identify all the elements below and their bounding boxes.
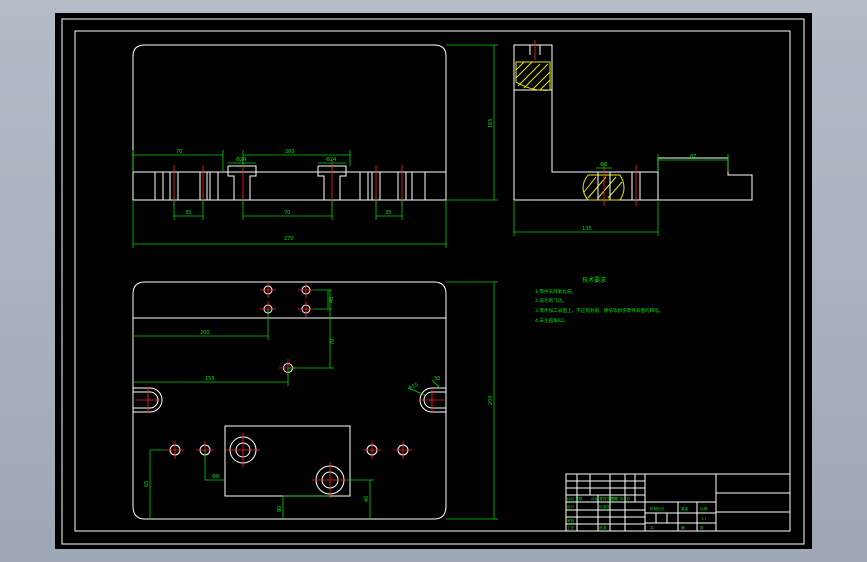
tb-approve: 批准	[599, 525, 607, 530]
tb-stage-mark: 阶段标记	[650, 506, 665, 511]
label-front-hole-left: Φ24	[236, 157, 246, 163]
tb-sheets-total: 共	[650, 525, 654, 530]
label-front-span: 200	[285, 149, 295, 155]
tb-weight: 重量	[681, 506, 689, 511]
label-top-hole-small: Φ8	[212, 474, 219, 480]
tech-req-line-1: 1.零件去除氧化皮。	[535, 288, 576, 295]
label-side-base: 135	[582, 226, 592, 232]
label-front-overall: 270	[284, 236, 294, 242]
label-side-slot: Φ8	[600, 162, 607, 168]
tb-scale-value: 1:1	[701, 517, 707, 521]
tech-req-title: 技术要求	[582, 276, 606, 284]
label-front-height: 165	[488, 118, 494, 128]
tech-req-line-3: 3.零件加工表面上，不应有划痕、擦伤等损伤零件表面的缺陷。	[535, 307, 663, 314]
drawing-background	[55, 13, 812, 549]
tb-design: 设计	[567, 504, 575, 509]
label-top-bottom-left: 65	[144, 481, 150, 487]
label-top-slot-width: 30	[434, 376, 440, 382]
label-top-spacing: 40	[329, 297, 335, 303]
label-front-bottom-left: 35	[185, 210, 191, 216]
label-top-bottom-mid: 80	[277, 506, 283, 512]
label-front-step: 70	[176, 149, 182, 155]
engineering-drawing: 70 200 Φ24 Φ24 35 70 35 270 165 87 135 Φ…	[55, 13, 812, 549]
label-front-bottom-mid: 70	[284, 210, 290, 216]
label-top-bottom-right: 40	[364, 496, 370, 502]
tb-process: 工艺	[567, 525, 575, 530]
tech-req-line-4: 4.未注圆角R2。	[535, 317, 568, 324]
tb-standardize: 标准化	[599, 504, 610, 509]
tech-req-line-2: 2.去毛刺飞边。	[535, 297, 567, 304]
tb-review: 审核	[567, 518, 575, 523]
tb-scale: 比例	[700, 506, 708, 511]
tb-sheet-label: 张	[700, 525, 704, 530]
label-top-x1: 200	[200, 330, 210, 336]
label-front-hole-right: Φ24	[326, 157, 336, 163]
tb-sheet-no: 第	[681, 525, 685, 530]
label-top-x2: 155	[205, 376, 215, 382]
cad-viewport[interactable]: 70 200 Φ24 Φ24 35 70 35 270 165 87 135 Φ…	[0, 0, 867, 562]
label-top-height: 200	[488, 395, 494, 405]
label-side-step: 87	[690, 154, 696, 160]
tb-row-a: 标记 处数	[567, 496, 583, 501]
label-front-bottom-right: 35	[385, 210, 391, 216]
label-top-y1: 70	[330, 339, 336, 345]
tb-row-c: 签名 年月日	[611, 496, 630, 501]
